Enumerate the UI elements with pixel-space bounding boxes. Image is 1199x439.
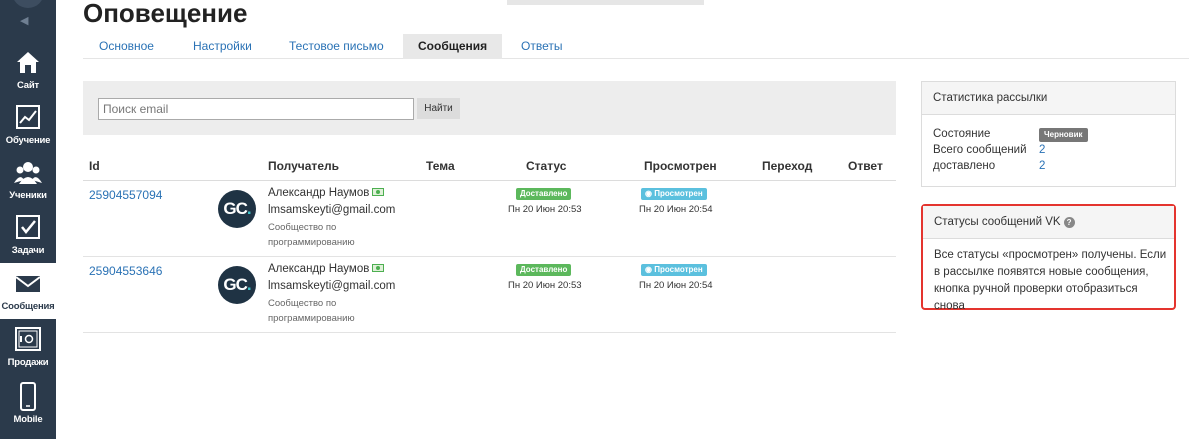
avatar-text: GC [223, 275, 247, 294]
sidebar-item-tasks[interactable]: Задачи [0, 207, 56, 263]
column-header-viewed: Просмотрен [644, 159, 717, 173]
sidebar-item-label: Задачи [11, 245, 45, 256]
sidebar-item-mobile[interactable]: Mobile [0, 376, 56, 432]
status-badge: Доставлено [516, 264, 572, 276]
profile-avatar[interactable] [12, 0, 44, 8]
eye-icon: ◉ [645, 189, 652, 198]
avatar[interactable]: GC. [218, 190, 256, 228]
home-icon [17, 52, 39, 73]
viewed-date: Пн 20 Июн 20:54 [639, 280, 713, 291]
status-date: Пн 20 Июн 20:53 [508, 204, 582, 215]
column-header-click: Переход [762, 159, 813, 173]
envelope-icon [15, 276, 41, 292]
page-title: Оповещение [83, 0, 248, 28]
sidebar-item-label: Mobile [13, 414, 43, 425]
avatar-text: GC [223, 199, 247, 218]
column-header-reply: Ответ [848, 159, 883, 173]
viewed-badge: ◉ Просмотрен [641, 264, 707, 276]
column-header-recipient: Получатель [268, 159, 339, 173]
stats-panel-title: Статистика рассылки [922, 82, 1175, 115]
state-label: Состояние [933, 128, 991, 140]
viewed-badge-label: Просмотрен [654, 265, 703, 274]
vk-status-panel: Статусы сообщений VK? Все статусы «просм… [921, 204, 1176, 312]
help-icon[interactable]: ? [1063, 217, 1075, 228]
tab-settings[interactable]: Настройки [193, 34, 252, 59]
sidebar: ◀ Сайт Обучение Ученики Задачи Сообщения… [0, 0, 56, 439]
recipient-name: Александр Наумов [268, 187, 385, 199]
status-date: Пн 20 Июн 20:53 [508, 280, 582, 291]
sidebar-item-site[interactable]: Сайт [0, 42, 56, 98]
table-row: 25904553646 GC. Александр Наумов lmsamsk… [83, 257, 896, 333]
tab-bar: Основное Настройки Тестовое письмо Сообщ… [83, 34, 1189, 59]
sidebar-item-label: Обучение [5, 135, 51, 146]
safe-icon [15, 327, 41, 351]
recipient-group: Сообщество по программированию [268, 298, 355, 324]
sidebar-item-messages[interactable]: Сообщения [0, 263, 56, 319]
column-header-subject: Тема [426, 159, 455, 173]
total-label: Всего сообщений [933, 144, 1027, 156]
avatar-dot: . [246, 275, 252, 294]
tab-messages[interactable]: Сообщения [403, 34, 503, 59]
total-value-link[interactable]: 2 [1039, 144, 1045, 156]
money-icon [372, 264, 385, 272]
vk-status-text: Все статусы «просмотрен» получены. Если … [934, 249, 1167, 312]
eye-icon: ◉ [645, 265, 652, 274]
recipient-email: lmsamskeyti@gmail.com [268, 204, 396, 216]
tab-answers[interactable]: Ответы [521, 34, 562, 59]
message-id-link[interactable]: 25904557094 [89, 188, 162, 202]
sidebar-item-label: Ученики [9, 190, 47, 201]
stats-panel: Статистика рассылки Состояние Черновик В… [921, 81, 1176, 187]
sound-icon[interactable]: ◀ [20, 14, 28, 27]
recipient-name-text[interactable]: Александр Наумов [268, 187, 369, 199]
column-header-id: Id [89, 159, 100, 173]
table-row: 25904557094 GC. Александр Наумов lmsamsk… [83, 181, 896, 257]
money-icon [372, 188, 385, 196]
recipient-email: lmsamskeyti@gmail.com [268, 280, 396, 292]
recipient-name: Александр Наумов [268, 263, 385, 275]
recipient-group: Сообщество по программированию [268, 222, 355, 248]
avatar[interactable]: GC. [218, 266, 256, 304]
sidebar-item-label: Сообщения [1, 301, 55, 312]
tab-test-email[interactable]: Тестовое письмо [289, 34, 384, 59]
phone-icon [20, 382, 36, 411]
status-badge: Черновик [1039, 128, 1088, 142]
delivered-label: доставлено [933, 160, 996, 172]
top-scrollbar [507, 0, 704, 5]
search-input[interactable] [98, 98, 414, 120]
search-panel: Найти [83, 81, 896, 135]
status-badge: Доставлено [516, 188, 572, 200]
message-id-link[interactable]: 25904553646 [89, 264, 162, 278]
sidebar-item-label: Продажи [7, 357, 49, 368]
vk-panel-title: Статусы сообщений VK [934, 216, 1061, 228]
avatar-dot: . [246, 199, 252, 218]
search-button[interactable]: Найти [417, 98, 460, 119]
users-icon [14, 162, 42, 184]
sidebar-item-students[interactable]: Ученики [0, 152, 56, 208]
tab-main[interactable]: Основное [99, 34, 154, 59]
sidebar-top: ◀ [0, 0, 56, 36]
column-header-status: Статус [526, 159, 567, 173]
checkbox-icon [16, 215, 40, 239]
chart-icon [16, 105, 40, 129]
sidebar-item-sales[interactable]: Продажи [0, 319, 56, 375]
viewed-date: Пн 20 Июн 20:54 [639, 204, 713, 215]
viewed-badge-label: Просмотрен [654, 189, 703, 198]
sidebar-item-learning[interactable]: Обучение [0, 97, 56, 153]
delivered-value-link[interactable]: 2 [1039, 160, 1045, 172]
recipient-name-text[interactable]: Александр Наумов [268, 263, 369, 275]
sidebar-item-label: Сайт [17, 80, 39, 91]
viewed-badge: ◉ Просмотрен [641, 188, 707, 200]
vk-panel-header: Статусы сообщений VK? [923, 206, 1174, 239]
